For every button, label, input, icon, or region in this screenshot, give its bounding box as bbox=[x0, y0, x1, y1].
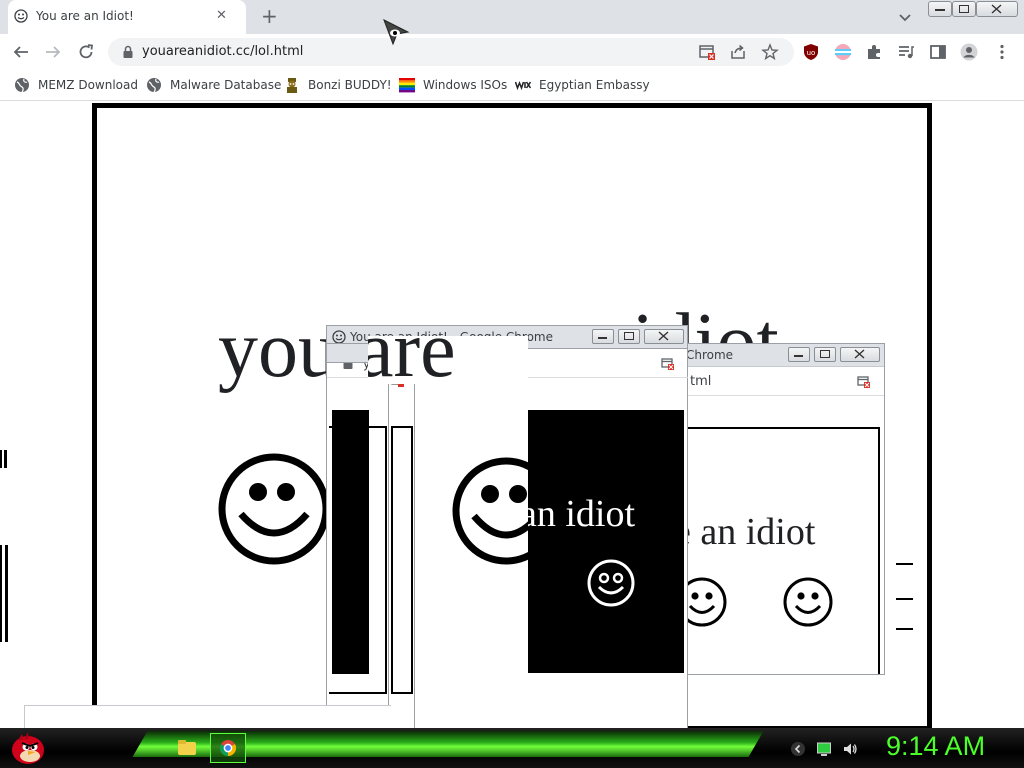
small-smiley-icon bbox=[684, 577, 727, 627]
popup-minimize-button[interactable] bbox=[592, 329, 614, 344]
close-icon bbox=[854, 349, 865, 359]
text-overlay-patch: you are bbox=[368, 336, 528, 384]
ublock-origin-icon[interactable]: uo bbox=[802, 43, 820, 61]
bonzi-icon bbox=[287, 78, 297, 93]
smiley-favicon-icon bbox=[332, 330, 346, 344]
popup-window-a[interactable]: You are an Idiot! - Google Chrome an idi… bbox=[326, 325, 688, 728]
close-icon bbox=[991, 4, 1002, 14]
menu-kebab-icon[interactable] bbox=[993, 43, 1011, 61]
bookmark-label: MEMZ Download bbox=[38, 78, 138, 92]
wix-icon bbox=[515, 80, 531, 91]
bookmark-star-icon[interactable] bbox=[761, 43, 779, 61]
tray-chevron-icon[interactable] bbox=[790, 741, 806, 757]
chrome-icon bbox=[219, 740, 237, 757]
popup-close-button[interactable] bbox=[840, 347, 880, 362]
popup-addr-text: tml bbox=[690, 374, 712, 389]
bookmark-label: Bonzi BUDDY! bbox=[308, 78, 392, 92]
big-smiley-icon bbox=[218, 453, 330, 565]
window-restore-button[interactable] bbox=[952, 1, 976, 17]
globe-icon bbox=[147, 78, 161, 93]
windows-flag-icon bbox=[399, 78, 415, 93]
tab-title: You are an Idiot! bbox=[36, 9, 134, 23]
page-text-you-are: you are bbox=[368, 336, 456, 384]
edge-artifact bbox=[0, 545, 2, 642]
edge-artifact bbox=[4, 450, 7, 468]
bookmark-label: Malware Database bbox=[170, 78, 282, 92]
tab-search-chevron-icon[interactable] bbox=[896, 8, 914, 26]
window-close-button[interactable] bbox=[976, 1, 1018, 17]
smiley-favicon-icon bbox=[14, 9, 28, 23]
bookmark-malware-database[interactable]: Malware Database bbox=[146, 76, 281, 94]
close-icon bbox=[658, 331, 669, 341]
edge-artifact bbox=[5, 545, 8, 642]
back-arrow-icon[interactable] bbox=[12, 43, 30, 61]
taskbar-clock[interactable]: 9:14 AM bbox=[886, 731, 985, 762]
profile-avatar-icon[interactable] bbox=[960, 43, 978, 61]
svg-text:uo: uo bbox=[807, 49, 816, 57]
new-tab-button[interactable]: + bbox=[261, 5, 278, 27]
globe-icon bbox=[15, 78, 29, 93]
file-explorer-taskbar-icon[interactable] bbox=[172, 734, 202, 762]
angry-bird-start-icon[interactable] bbox=[8, 730, 48, 766]
popup-close-button[interactable] bbox=[644, 329, 684, 344]
extensions-puzzle-icon[interactable] bbox=[865, 43, 883, 61]
popup-restore-button[interactable] bbox=[618, 329, 640, 344]
bookmark-windows-isos[interactable]: Windows ISOs bbox=[399, 76, 507, 94]
popup-blocked-icon bbox=[661, 358, 674, 370]
popup-text-an-idiot: e an idiot bbox=[683, 511, 816, 553]
pride-flag-extension-icon[interactable] bbox=[834, 43, 852, 61]
system-tray bbox=[790, 740, 858, 758]
bookmark-label: Egyptian Embassy bbox=[539, 78, 650, 92]
edge-artifact bbox=[0, 450, 2, 468]
network-monitor-icon[interactable] bbox=[816, 741, 832, 757]
trail-artifact bbox=[896, 563, 913, 565]
volume-icon[interactable] bbox=[842, 741, 858, 757]
popup-minimize-button[interactable] bbox=[788, 347, 810, 362]
bookmark-egyptian-embassy[interactable]: Egyptian Embassy bbox=[515, 76, 650, 94]
small-smiley-icon bbox=[587, 559, 635, 607]
trail-artifact bbox=[896, 628, 913, 630]
chrome-taskbar-button[interactable] bbox=[210, 733, 246, 763]
reload-icon[interactable] bbox=[77, 43, 95, 61]
lock-icon[interactable] bbox=[122, 45, 134, 59]
side-panel-icon[interactable] bbox=[929, 43, 947, 61]
window-minimize-button[interactable] bbox=[928, 1, 952, 17]
media-playlist-icon[interactable] bbox=[897, 43, 915, 61]
popup-window-b[interactable]: Chrome tml e an idiot bbox=[683, 343, 885, 675]
popup-restore-button[interactable] bbox=[814, 347, 836, 362]
popup-black-panel: an idiot bbox=[528, 410, 684, 673]
bookmark-bonzi-buddy[interactable]: Bonzi BUDDY! bbox=[284, 76, 392, 94]
popup-blocked-icon bbox=[857, 376, 870, 388]
url-text[interactable]: youareanidiot.cc/lol.html bbox=[142, 44, 303, 59]
popup-title-text: Chrome bbox=[686, 348, 734, 362]
popup-text-an-idiot: an idiot bbox=[528, 493, 636, 535]
bookmark-label: Windows ISOs bbox=[423, 78, 508, 92]
eye-cursor-icon bbox=[383, 18, 410, 46]
bookmark-memz-download[interactable]: MEMZ Download bbox=[14, 76, 138, 94]
tab-close-icon[interactable]: ✕ bbox=[216, 8, 227, 24]
share-icon[interactable] bbox=[729, 43, 747, 61]
forward-arrow-icon[interactable] bbox=[44, 43, 62, 61]
small-smiley-icon bbox=[783, 577, 833, 627]
popup-blocked-icon[interactable] bbox=[698, 43, 716, 61]
trail-artifact bbox=[896, 598, 913, 600]
